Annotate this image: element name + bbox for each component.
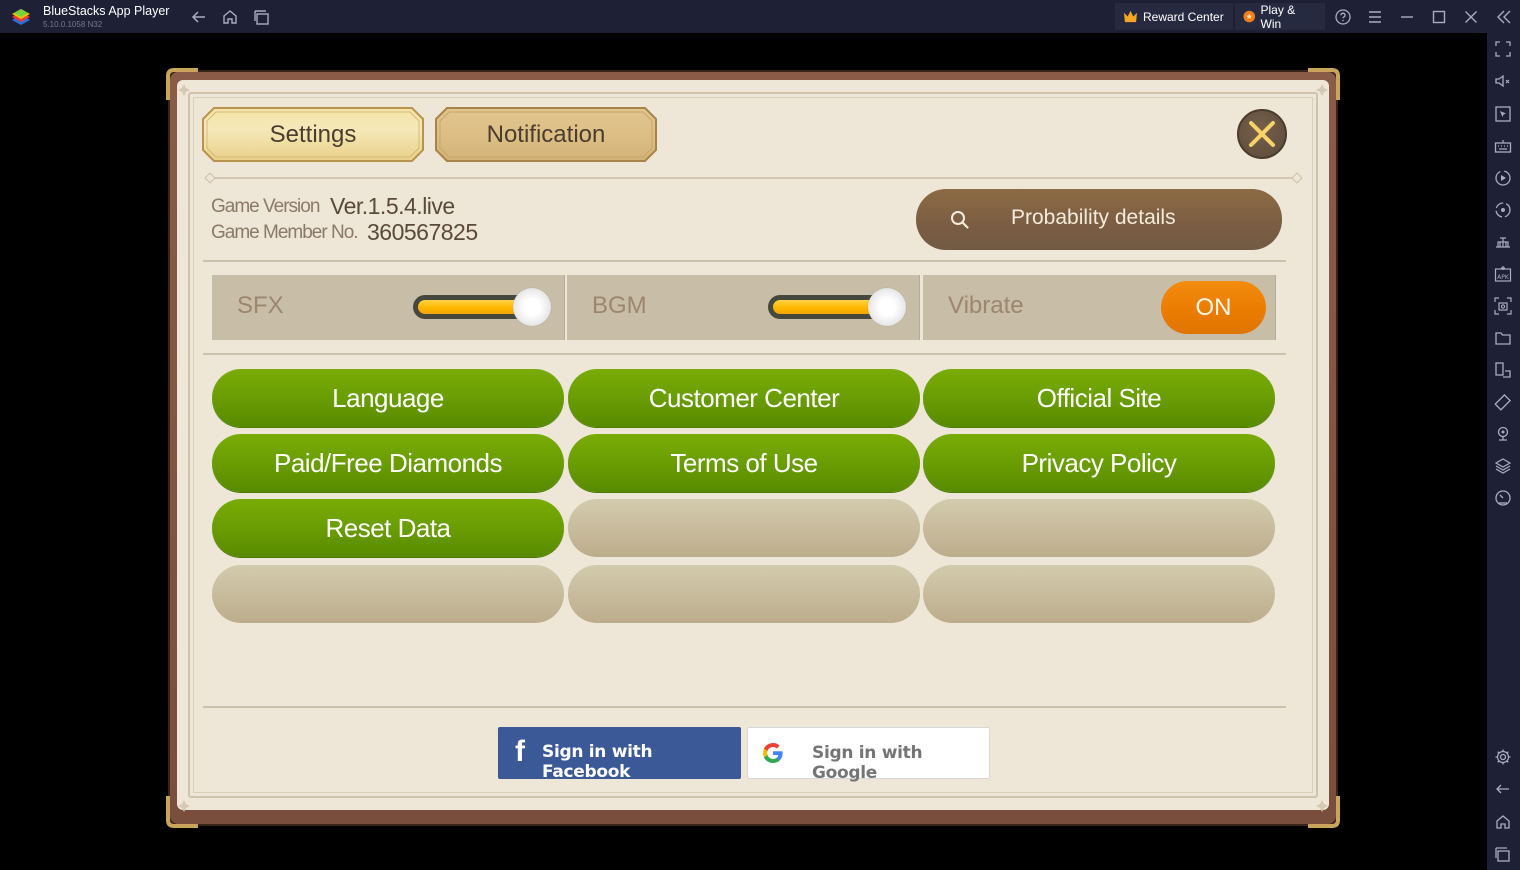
option-terms-of-use-button[interactable]: Terms of Use (568, 434, 920, 492)
back-icon[interactable] (189, 7, 209, 27)
crown-icon (1124, 10, 1137, 23)
probability-details-button[interactable]: Probability details (916, 189, 1282, 250)
volume-mute-icon[interactable] (1494, 72, 1512, 90)
bgm-slider-fill (773, 300, 881, 314)
empty-option-slot (212, 565, 564, 623)
option-label: Paid/Free Diamonds (274, 447, 503, 478)
help-icon[interactable] (1333, 7, 1353, 27)
recent-apps-icon[interactable] (1494, 845, 1512, 863)
back-icon[interactable] (1494, 780, 1512, 798)
reward-center-label: Reward Center (1143, 9, 1224, 24)
option-official-site-button[interactable]: Official Site (923, 369, 1275, 427)
game-version-label: Game Version (211, 196, 320, 217)
multi-instance-icon[interactable] (1494, 361, 1512, 379)
reward-center-button[interactable]: Reward Center (1115, 3, 1233, 30)
app-version: 5.10.0.1058 N32 (43, 20, 103, 29)
fullscreen-icon[interactable] (1494, 40, 1512, 58)
location-icon[interactable] (1494, 425, 1512, 443)
home-icon[interactable] (1494, 813, 1512, 831)
build-icon[interactable] (1494, 233, 1512, 251)
google-signin-button[interactable]: Sign in with Google (747, 727, 990, 783)
divider (203, 260, 1286, 262)
sync-icon[interactable] (1494, 201, 1512, 219)
rotate-icon[interactable] (1494, 393, 1512, 411)
option-label: Reset Data (325, 512, 451, 543)
empty-option-slot (568, 499, 920, 557)
title-bar: BlueStacks App Player 5.10.0.1058 N32 Re… (0, 0, 1520, 33)
option-paid-free-diamonds-button[interactable]: Paid/Free Diamonds (212, 434, 564, 492)
svg-text:APK: APK (1497, 274, 1510, 281)
layers-icon[interactable] (1494, 457, 1512, 475)
game-version-value: Ver.1.5.4.live (330, 193, 455, 219)
play-win-icon (1243, 10, 1256, 23)
maximize-icon[interactable] (1429, 7, 1449, 27)
corner-ornament-icon (1306, 794, 1340, 828)
empty-option-slot (923, 499, 1275, 557)
home-icon[interactable] (220, 7, 240, 27)
option-label: Privacy Policy (1021, 447, 1177, 478)
option-label: Language (332, 382, 444, 413)
option-reset-data-button[interactable]: Reset Data (212, 499, 564, 557)
facebook-signin-label: Sign in with Facebook (542, 742, 653, 782)
settings-icon[interactable] (1494, 748, 1512, 766)
sfx-panel: SFX (212, 275, 565, 340)
sfx-label: SFX (237, 292, 284, 319)
folder-icon[interactable] (1494, 329, 1512, 347)
play-win-button[interactable]: Play & Win (1235, 2, 1325, 31)
divider (210, 177, 1298, 179)
option-customer-center-button[interactable]: Customer Center (568, 369, 920, 427)
corner-ornament-icon (166, 68, 200, 102)
option-label: Terms of Use (670, 447, 818, 478)
option-privacy-policy-button[interactable]: Privacy Policy (923, 434, 1275, 492)
empty-option-slot (923, 565, 1275, 623)
corner-ornament-icon (166, 794, 200, 828)
facebook-icon: f (515, 735, 525, 768)
recent-apps-icon[interactable] (252, 7, 272, 27)
option-label: Customer Center (648, 382, 840, 413)
option-language-button[interactable]: Language (212, 369, 564, 427)
google-signin-label: Sign in with Google (812, 743, 923, 783)
tab-notification-label: Notification (486, 120, 606, 148)
cursor-icon[interactable] (1494, 105, 1512, 123)
facebook-signin-button[interactable]: f Sign in with Facebook (498, 727, 741, 782)
collapse-sidebar-icon[interactable] (1494, 7, 1514, 27)
google-icon (763, 743, 783, 763)
search-icon (951, 211, 969, 229)
close-icon (1249, 121, 1275, 147)
vibrate-toggle[interactable]: ON (1161, 281, 1266, 334)
tab-notification[interactable]: Notification (435, 107, 657, 162)
sfx-slider-fill (418, 300, 526, 314)
corner-ornament-icon (1306, 68, 1340, 102)
sfx-slider-knob[interactable] (513, 288, 551, 326)
apk-icon[interactable]: APK (1494, 265, 1512, 283)
probability-details-label: Probability details (1011, 206, 1176, 229)
tab-settings[interactable]: Settings (202, 107, 424, 162)
macro-play-icon[interactable] (1494, 169, 1512, 187)
vibrate-label: Vibrate (948, 292, 1024, 319)
minimize-icon[interactable] (1397, 7, 1417, 27)
menu-icon[interactable] (1365, 7, 1385, 27)
bgm-panel: BGM (567, 275, 920, 340)
vibrate-toggle-label: ON (1195, 293, 1232, 321)
app-title: BlueStacks App Player (43, 4, 170, 18)
member-no-label: Game Member No. (211, 222, 359, 243)
screenshot-icon[interactable] (1494, 297, 1512, 315)
bgm-slider-knob[interactable] (868, 288, 906, 326)
close-dialog-button[interactable] (1237, 109, 1287, 159)
close-window-icon[interactable] (1461, 7, 1481, 27)
member-no-value: 360567825 (367, 219, 478, 245)
tab-settings-label: Settings (269, 120, 357, 148)
bgm-label: BGM (592, 292, 647, 319)
right-sidebar: APK (1487, 33, 1520, 870)
divider (203, 706, 1286, 708)
divider (203, 353, 1286, 355)
empty-option-slot (568, 565, 920, 623)
play-win-label: Play & Win (1260, 2, 1296, 31)
option-label: Official Site (1036, 382, 1162, 413)
bluestacks-logo-icon (10, 6, 32, 28)
performance-icon[interactable] (1494, 489, 1512, 507)
keyboard-icon[interactable] (1494, 137, 1512, 155)
